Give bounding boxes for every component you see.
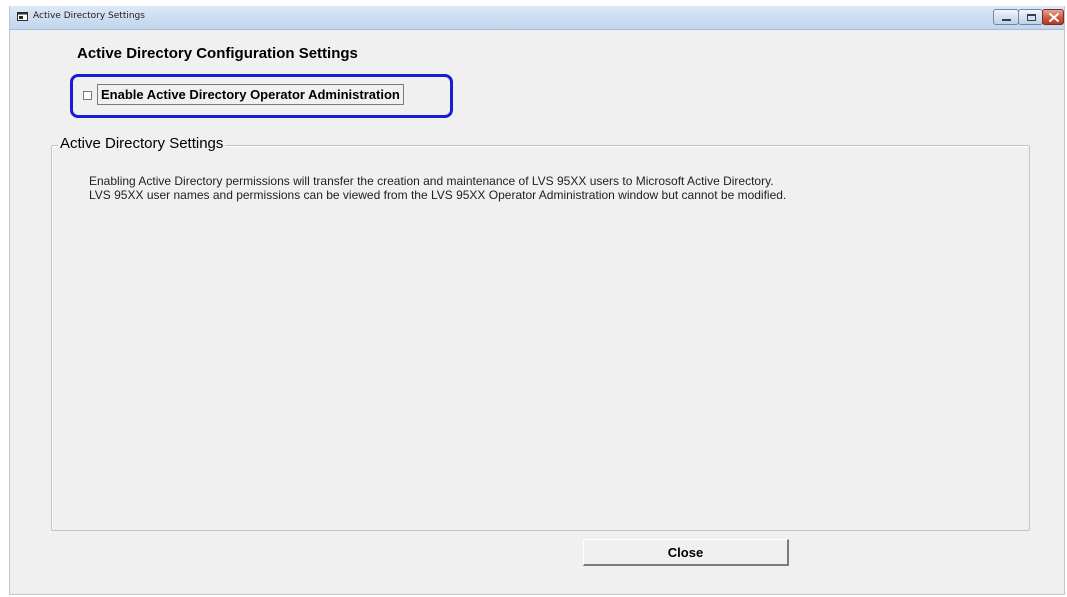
enable-ad-checkbox[interactable] bbox=[83, 91, 92, 100]
description-line-2: LVS 95XX user names and permissions can … bbox=[89, 188, 787, 202]
description-line-1: Enabling Active Directory permissions wi… bbox=[89, 174, 774, 188]
close-button[interactable]: Close bbox=[583, 539, 789, 566]
window-close-button[interactable] bbox=[1042, 9, 1064, 25]
page-title: Active Directory Configuration Settings bbox=[77, 45, 358, 62]
close-icon bbox=[1049, 13, 1059, 22]
minimize-icon bbox=[1002, 19, 1011, 21]
ad-settings-description: Enabling Active Directory permissions wi… bbox=[89, 174, 989, 202]
app-window-icon bbox=[17, 12, 28, 21]
maximize-icon bbox=[1027, 14, 1036, 21]
active-directory-settings-window: Active Directory Settings Active Directo… bbox=[9, 6, 1065, 595]
ad-settings-group bbox=[51, 145, 1030, 531]
window-title: Active Directory Settings bbox=[33, 11, 145, 21]
minimize-button[interactable] bbox=[993, 9, 1019, 25]
enable-ad-highlight: Enable Active Directory Operator Adminis… bbox=[70, 74, 453, 118]
title-bar[interactable]: Active Directory Settings bbox=[10, 6, 1064, 30]
maximize-button[interactable] bbox=[1018, 9, 1043, 25]
enable-ad-label[interactable]: Enable Active Directory Operator Adminis… bbox=[97, 84, 404, 105]
ad-settings-group-title: Active Directory Settings bbox=[58, 135, 226, 152]
